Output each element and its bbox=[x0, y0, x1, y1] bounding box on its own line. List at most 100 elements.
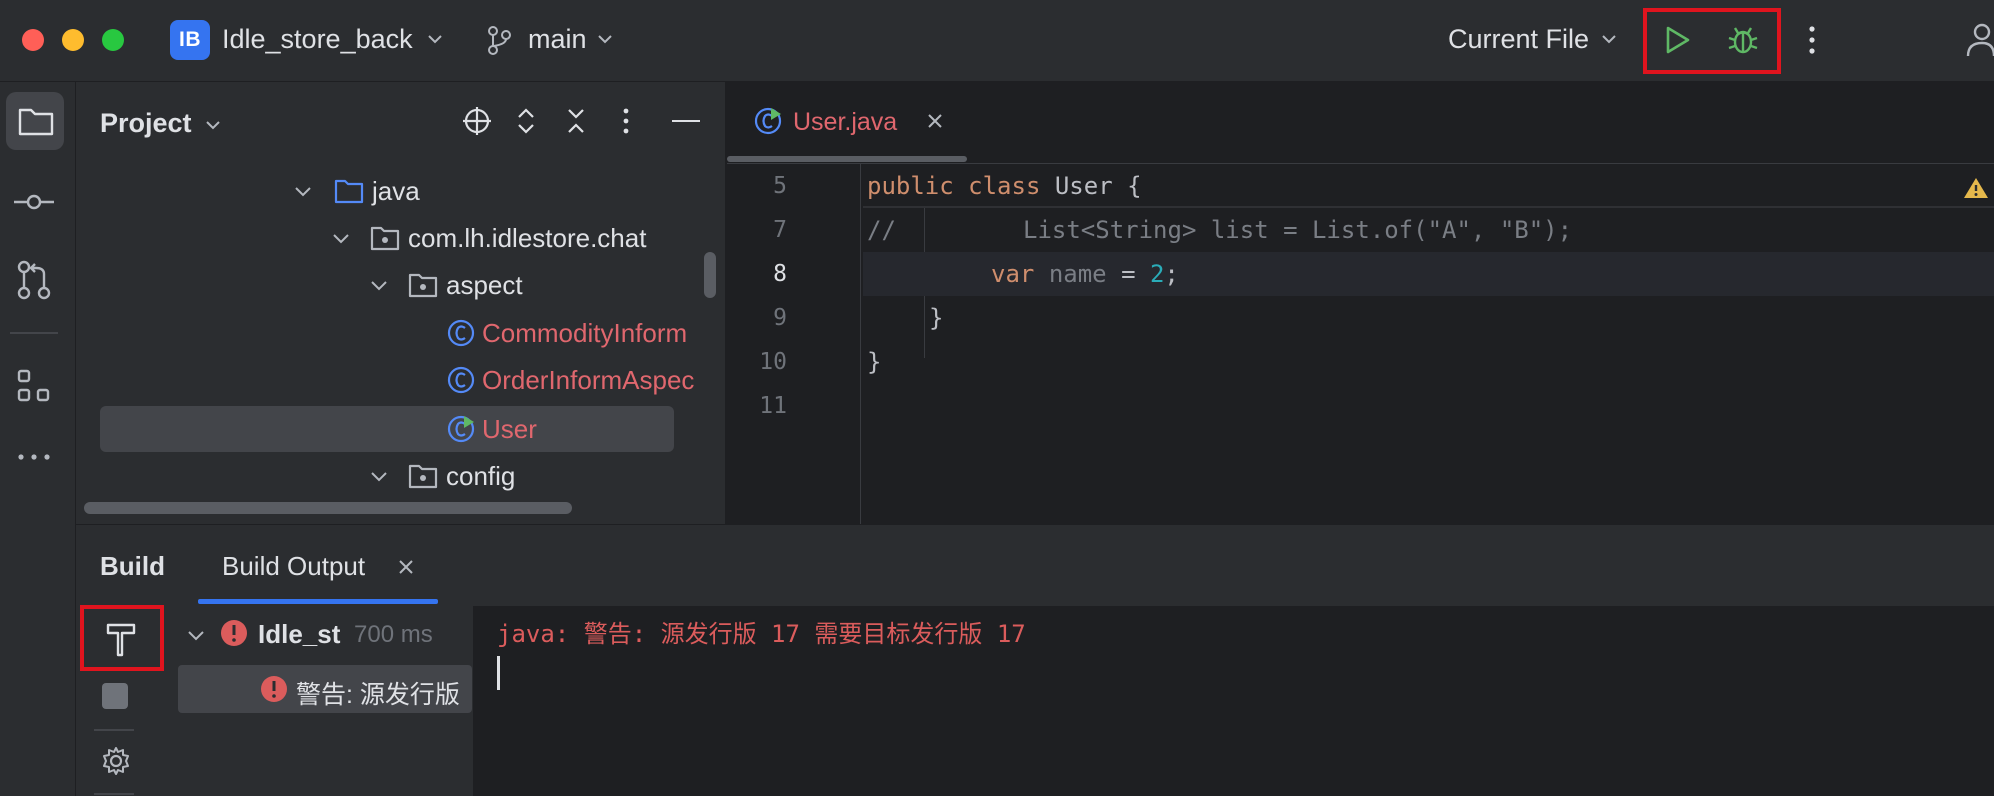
project-tool-button[interactable] bbox=[6, 92, 64, 150]
tree-item-label: OrderInformAspec bbox=[482, 364, 695, 395]
expand-all-icon[interactable] bbox=[516, 106, 536, 136]
tree-item[interactable]: User bbox=[446, 406, 537, 452]
code-token: name bbox=[1048, 260, 1107, 288]
tree-item-label: java bbox=[372, 175, 420, 206]
maximize-window-button[interactable] bbox=[102, 29, 124, 51]
hide-panel-icon[interactable] bbox=[672, 120, 700, 122]
stop-icon[interactable] bbox=[102, 683, 128, 709]
tree-item-label: aspect bbox=[446, 269, 523, 300]
divider bbox=[10, 332, 58, 334]
line-number: 8 bbox=[773, 261, 787, 287]
tree-item-label: config bbox=[446, 460, 516, 491]
code-token: } bbox=[929, 304, 944, 332]
code-line: 9 } bbox=[727, 296, 1994, 340]
code-line: 10 } bbox=[727, 340, 1994, 384]
pull-request-icon[interactable] bbox=[16, 260, 52, 300]
line-number: 10 bbox=[759, 349, 787, 375]
code-line: 11 bbox=[727, 384, 1994, 428]
build-time: 700 ms bbox=[354, 621, 433, 648]
locate-icon[interactable] bbox=[462, 106, 492, 136]
tree-item[interactable]: aspect bbox=[368, 262, 523, 308]
folder-icon bbox=[18, 106, 54, 136]
minimize-window-button[interactable] bbox=[62, 29, 84, 51]
code-token: // bbox=[867, 216, 896, 244]
code-token: { bbox=[1127, 172, 1142, 200]
code-token: public bbox=[867, 172, 954, 200]
chevron-down-icon[interactable] bbox=[426, 30, 444, 48]
tool-window-strip bbox=[0, 82, 76, 796]
title-bar: IB Idle_store_back main Current File bbox=[0, 0, 1994, 82]
build-panel-title: Build bbox=[100, 551, 165, 581]
runnable-class-icon bbox=[753, 106, 783, 136]
account-icon[interactable] bbox=[1964, 22, 1994, 58]
tree-item[interactable]: CommodityInform bbox=[446, 310, 687, 356]
chevron-down-icon[interactable] bbox=[204, 116, 222, 134]
chevron-down-icon[interactable] bbox=[596, 30, 614, 48]
code-token: = bbox=[1121, 260, 1136, 288]
output-line: java: 警告: 源发行版 17 需要目标发行版 17 bbox=[497, 620, 1026, 648]
vertical-scrollbar[interactable] bbox=[704, 252, 716, 298]
package-icon bbox=[370, 226, 400, 251]
code-token: User bbox=[1054, 172, 1113, 200]
tree-item[interactable]: config bbox=[368, 453, 515, 499]
panel-title[interactable]: Project bbox=[100, 108, 192, 139]
tab-user-java[interactable]: User.java bbox=[793, 108, 897, 137]
close-tab-icon[interactable] bbox=[927, 113, 943, 129]
close-tab-icon[interactable] bbox=[398, 559, 414, 575]
tree-item-label: User bbox=[482, 413, 537, 444]
hammer-icon[interactable] bbox=[104, 621, 138, 657]
error-icon bbox=[260, 675, 288, 703]
project-panel: Project java com.lh.idlestore.chat aspec… bbox=[76, 82, 726, 524]
tree-item[interactable]: com.lh.idlestore.chat bbox=[330, 215, 646, 261]
chevron-down-icon[interactable] bbox=[1600, 30, 1618, 48]
chevron-down-icon[interactable] bbox=[186, 625, 206, 645]
code-line: 5 public class User { bbox=[727, 164, 1994, 208]
debug-bug-icon[interactable] bbox=[1726, 22, 1760, 58]
class-icon bbox=[447, 366, 475, 394]
line-number: 5 bbox=[773, 173, 787, 199]
branch-name[interactable]: main bbox=[528, 24, 587, 55]
tree-item-label: com.lh.idlestore.chat bbox=[408, 222, 647, 253]
divider bbox=[94, 793, 134, 795]
error-icon bbox=[220, 619, 248, 647]
package-icon bbox=[408, 273, 438, 298]
collapse-all-icon[interactable] bbox=[566, 106, 586, 136]
tree-item[interactable]: java bbox=[292, 168, 420, 214]
run-configuration[interactable]: Current File bbox=[1448, 24, 1589, 55]
close-window-button[interactable] bbox=[22, 29, 44, 51]
active-tab-indicator bbox=[198, 599, 438, 604]
line-number: 7 bbox=[773, 217, 787, 243]
tab-build-output[interactable]: Build Output bbox=[222, 551, 365, 582]
branch-icon bbox=[486, 25, 512, 55]
tab-scroll-indicator bbox=[727, 156, 967, 162]
project-name[interactable]: Idle_store_back bbox=[222, 24, 413, 55]
structure-icon[interactable] bbox=[16, 368, 52, 404]
code-editor[interactable]: 5 public class User { 7 // List<String> … bbox=[727, 164, 1994, 524]
tree-item[interactable]: OrderInformAspec bbox=[446, 357, 694, 403]
code-token: 2 bbox=[1149, 260, 1165, 288]
text-cursor bbox=[497, 656, 500, 690]
package-icon bbox=[408, 464, 438, 489]
class-icon bbox=[447, 319, 475, 347]
code-token: List<String> list = List.of("A", "B"); bbox=[1023, 216, 1573, 244]
code-token: class bbox=[968, 172, 1041, 200]
build-root-item[interactable]: Idle_st bbox=[258, 619, 352, 650]
gear-icon[interactable] bbox=[100, 745, 132, 777]
warning-icon[interactable] bbox=[1963, 176, 1989, 200]
commit-icon[interactable] bbox=[14, 190, 54, 214]
horizontal-scrollbar[interactable] bbox=[84, 502, 572, 514]
folder-icon bbox=[334, 179, 364, 204]
code-token: var bbox=[991, 260, 1035, 288]
project-badge[interactable]: IB bbox=[170, 20, 210, 60]
more-horizontal-icon[interactable] bbox=[16, 452, 52, 462]
code-token: ; bbox=[1164, 260, 1179, 288]
options-icon[interactable] bbox=[621, 106, 631, 136]
editor-tab-bar: User.java bbox=[727, 82, 1994, 164]
line-number: 11 bbox=[759, 393, 787, 419]
more-vertical-icon[interactable] bbox=[1806, 24, 1818, 56]
build-output-console[interactable]: java: 警告: 源发行版 17 需要目标发行版 17 bbox=[473, 606, 1994, 796]
build-warning-item[interactable]: 警告: 源发行版 bbox=[296, 675, 472, 711]
code-line: 7 // List<String> list = List.of("A", "B… bbox=[727, 208, 1994, 252]
run-icon[interactable] bbox=[1662, 24, 1692, 56]
tree-item-label: CommodityInform bbox=[482, 317, 688, 348]
